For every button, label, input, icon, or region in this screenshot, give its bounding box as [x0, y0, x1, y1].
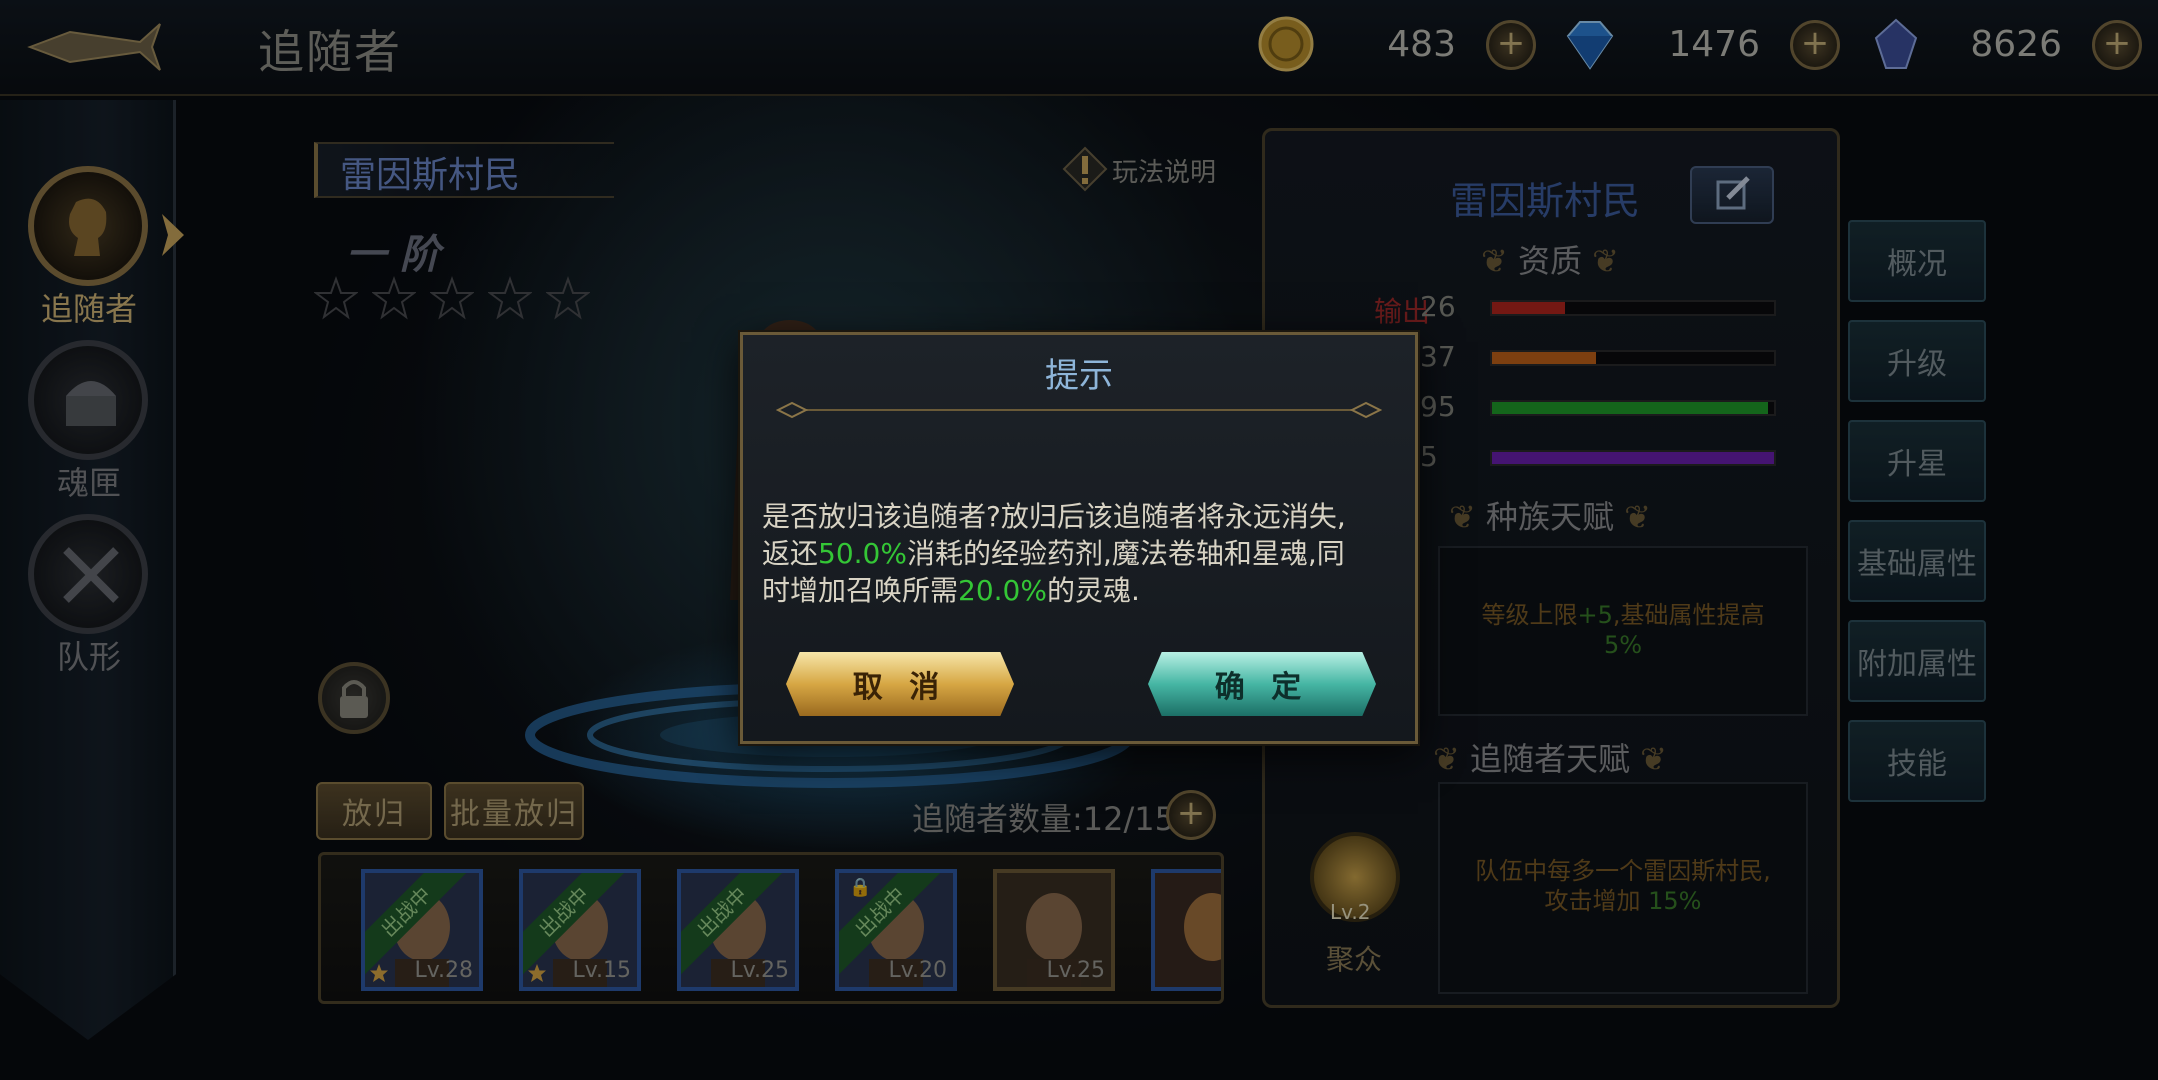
cancel-button[interactable]: 取 消	[786, 652, 1014, 716]
dialog-divider	[776, 401, 1382, 419]
dialog-message: 是否放归该追随者?放归后该追随者将永远消失, 返还50.0%消耗的经验药剂,魔法…	[762, 500, 1346, 607]
confirm-button[interactable]: 确 定	[1148, 652, 1376, 716]
dialog-title: 提示	[1045, 356, 1113, 396]
